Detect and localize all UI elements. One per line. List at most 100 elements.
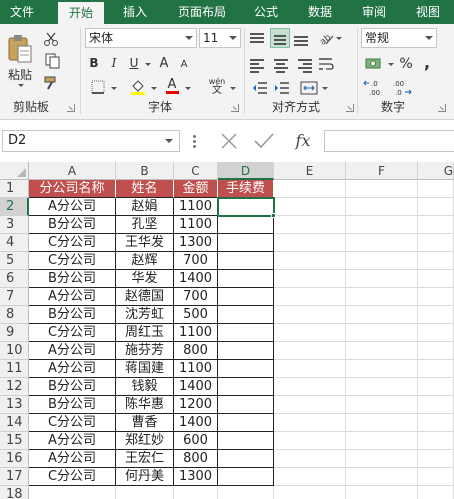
cell[interactable] [274,270,346,288]
cut-button[interactable] [42,30,60,48]
cell[interactable] [346,216,418,234]
tab-home[interactable]: 开始 [58,2,104,24]
name-box[interactable]: D2 [2,130,180,152]
table-cell[interactable] [218,324,274,342]
cell[interactable] [418,324,454,342]
row-header[interactable]: 3 [0,216,29,234]
table-cell[interactable]: 1100 [174,360,218,378]
table-cell[interactable] [218,306,274,324]
cell[interactable] [346,306,418,324]
borders-dropdown-arrow[interactable] [111,87,117,90]
tab-review[interactable]: 审阅 [354,0,394,24]
insert-function-button[interactable]: fx [290,130,316,152]
cell[interactable] [274,432,346,450]
row-header[interactable]: 13 [0,396,29,414]
column-header-d[interactable]: D [218,162,274,180]
table-cell[interactable]: 700 [174,252,218,270]
decrease-decimal-button[interactable]: .00 .0 [390,78,414,98]
cell[interactable] [274,216,346,234]
table-cell[interactable] [29,486,116,499]
currency-format-button[interactable] [362,54,386,74]
row-header[interactable]: 5 [0,252,29,270]
increase-decimal-button[interactable]: .0 .00 [362,78,386,98]
table-cell[interactable] [218,360,274,378]
table-cell[interactable]: A分公司 [29,360,116,378]
cell[interactable] [274,252,346,270]
cell[interactable] [346,432,418,450]
table-header-cell[interactable]: 姓名 [116,180,174,198]
number-format-combo[interactable]: 常规 [361,28,437,48]
copy-button[interactable] [42,52,64,70]
table-cell[interactable]: 施芬芳 [116,342,174,360]
table-cell[interactable]: 1100 [174,216,218,234]
table-cell[interactable] [218,288,274,306]
underline-button[interactable]: U [126,54,142,72]
grow-font-button[interactable]: A [156,54,172,72]
table-cell[interactable]: A分公司 [29,432,116,450]
table-cell[interactable] [218,414,274,432]
row-header[interactable]: 6 [0,270,29,288]
paste-button[interactable]: 粘贴 [4,28,36,88]
italic-button[interactable]: I [106,54,122,72]
row-header[interactable]: 1 [0,180,29,198]
cell[interactable] [346,396,418,414]
table-cell[interactable]: 王华发 [116,234,174,252]
formula-input[interactable] [324,130,454,152]
number-launcher[interactable] [438,104,446,112]
row-header[interactable]: 15 [0,432,29,450]
table-cell[interactable]: 孔坚 [116,216,174,234]
tab-insert[interactable]: 插入 [112,0,158,24]
merge-center-button[interactable] [298,78,320,98]
tab-page-layout[interactable]: 页面布局 [170,0,234,24]
cell[interactable] [346,234,418,252]
font-color-button[interactable]: A [164,77,180,95]
cell[interactable] [418,288,454,306]
cell[interactable] [346,468,418,486]
column-header-b[interactable]: B [116,162,174,180]
font-color-dropdown-arrow[interactable] [185,87,191,90]
cell[interactable] [418,450,454,468]
table-cell[interactable]: A分公司 [29,342,116,360]
tab-view[interactable]: 视图 [408,0,448,24]
cell[interactable] [418,216,454,234]
table-cell[interactable]: 赵辉 [116,252,174,270]
cell[interactable] [418,252,454,270]
table-cell[interactable] [218,216,274,234]
table-cell[interactable] [218,378,274,396]
row-header[interactable]: 2 [0,198,29,216]
table-cell[interactable]: 1400 [174,270,218,288]
align-middle-button[interactable] [270,28,290,48]
table-cell[interactable]: 赵娟 [116,198,174,216]
table-cell[interactable]: C分公司 [29,414,116,432]
table-cell[interactable]: 1100 [174,324,218,342]
tab-data[interactable]: 数据 [300,0,340,24]
table-cell[interactable]: 华发 [116,270,174,288]
cell[interactable] [274,306,346,324]
table-header-cell[interactable]: 分公司名称 [29,180,116,198]
cell[interactable] [418,306,454,324]
cell[interactable] [418,360,454,378]
table-cell[interactable]: A分公司 [29,288,116,306]
align-left-button[interactable] [250,54,268,74]
table-cell[interactable]: 蒋国建 [116,360,174,378]
currency-dropdown-arrow[interactable] [388,63,394,66]
column-header-c[interactable]: C [174,162,218,180]
table-cell[interactable]: 钱毅 [116,378,174,396]
cell[interactable] [418,396,454,414]
table-cell[interactable]: 陈华惠 [116,396,174,414]
cell[interactable] [418,270,454,288]
decrease-indent-button[interactable] [250,78,270,98]
row-header[interactable]: 12 [0,378,29,396]
cell[interactable] [346,324,418,342]
table-cell[interactable]: 沈芳虹 [116,306,174,324]
row-header[interactable]: 7 [0,288,29,306]
cell[interactable] [418,378,454,396]
cell[interactable] [274,486,346,499]
table-header-cell[interactable]: 金额 [174,180,218,198]
underline-dropdown-arrow[interactable] [145,63,151,66]
orientation-dropdown-arrow[interactable] [336,37,342,40]
tab-file[interactable]: 文件 [0,0,44,24]
fill-color-dropdown-arrow[interactable] [151,87,157,90]
table-cell[interactable] [218,450,274,468]
cell[interactable] [418,342,454,360]
